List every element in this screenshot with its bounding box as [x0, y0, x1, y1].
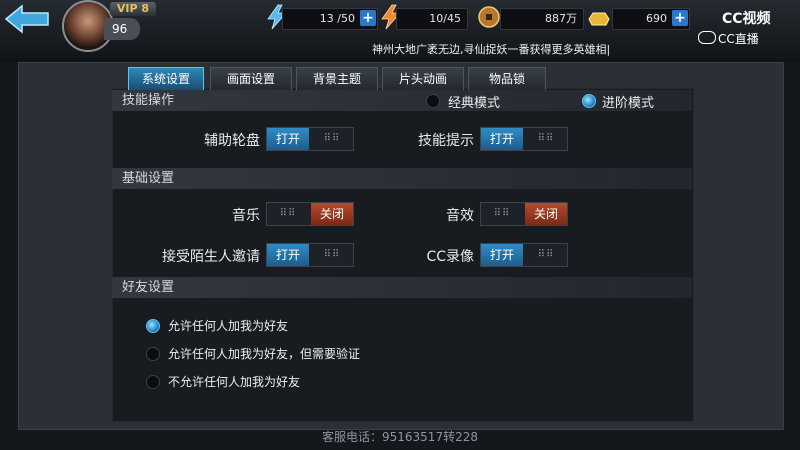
skill-hint-toggle[interactable]: 打开 ⠿⠿ [480, 127, 568, 151]
friends-section-title: 好友设置 [112, 277, 692, 298]
stranger-invite-label: 接受陌生人邀请 [162, 249, 260, 265]
toggle-grip-icon: ⠿⠿ [323, 249, 341, 260]
tab-background-theme[interactable]: 背景主题 [296, 67, 378, 91]
skill-hint-label: 技能提示 [418, 133, 474, 149]
friend-option-label-2: 不允许任何人加我为好友 [168, 375, 301, 389]
toggle-on-state: 打开 [267, 244, 309, 266]
add-gold-button[interactable]: + [672, 10, 688, 26]
copper-coin-icon [478, 6, 500, 28]
toggle-on-state: 打开 [267, 128, 309, 150]
cc-live-text: CC直播 [718, 32, 759, 46]
friend-option-label-1: 允许任何人加我为好友，但需要验证 [168, 347, 361, 361]
gold-value: 690 [646, 12, 667, 25]
advanced-mode-radio[interactable] [582, 94, 596, 108]
tab-system-settings[interactable]: 系统设置 [128, 67, 204, 91]
basic-section-title: 基础设置 [112, 168, 692, 189]
stamina-counter: 13 /50 + [282, 8, 378, 30]
sound-effects-label: 音效 [446, 208, 474, 224]
scrolling-notice: 神州大地广袤无边,寻仙捉妖一番获得更多英雄相| [372, 43, 611, 56]
cc-video-watermark: CC视频 [722, 11, 771, 27]
toggle-on-state: 打开 [481, 244, 523, 266]
vip-badge: VIP 8 [110, 2, 156, 16]
tab-graphics-settings[interactable]: 画面设置 [210, 67, 292, 91]
friend-option-radio-0[interactable] [146, 319, 160, 333]
advanced-mode-label: 进阶模式 [602, 96, 655, 111]
assist-wheel-label: 辅助轮盘 [204, 133, 260, 149]
tab-intro-animation[interactable]: 片头动画 [382, 67, 464, 91]
toggle-on-state: 打开 [481, 128, 523, 150]
toggle-grip-icon: ⠿⠿ [537, 133, 555, 144]
add-stamina-button[interactable]: + [360, 10, 376, 26]
cloud-icon [698, 31, 716, 44]
friend-option-radio-1[interactable] [146, 347, 160, 361]
friend-option-label-0: 允许任何人加我为好友 [168, 319, 289, 333]
gold-ingot-icon [588, 12, 610, 26]
friend-option-radio-2[interactable] [146, 375, 160, 389]
toggle-grip-icon: ⠿⠿ [537, 249, 555, 260]
stamina-value: 13 /50 [319, 12, 355, 25]
toggle-off-state: 关闭 [525, 203, 567, 225]
toggle-off-state: 关闭 [311, 203, 353, 225]
coin-value: 887万 [545, 12, 577, 25]
cc-record-toggle[interactable]: 打开 ⠿⠿ [480, 243, 568, 267]
gold-counter: 690 + [612, 8, 690, 30]
music-label: 音乐 [232, 208, 260, 224]
sound-effects-toggle[interactable]: ⠿⠿ 关闭 [480, 202, 568, 226]
coin-counter: 887万 [500, 8, 584, 30]
cc-record-label: CC录像 [426, 249, 474, 265]
classic-mode-label: 经典模式 [448, 96, 501, 111]
customer-service-phone: 客服电话：95163517转228 [322, 430, 478, 444]
player-level: 96 [104, 18, 140, 40]
toggle-grip-icon: ⠿⠿ [493, 208, 511, 219]
energy-value: 10/45 [429, 12, 461, 25]
energy-counter: 10/45 [396, 8, 468, 30]
cc-live-watermark: CC直播 [698, 30, 759, 47]
music-toggle[interactable]: ⠿⠿ 关闭 [266, 202, 354, 226]
toggle-grip-icon: ⠿⠿ [323, 133, 341, 144]
stranger-invite-toggle[interactable]: 打开 ⠿⠿ [266, 243, 354, 267]
classic-mode-radio[interactable] [426, 94, 440, 108]
back-arrow-icon[interactable] [4, 4, 50, 34]
tab-item-lock[interactable]: 物品锁 [468, 67, 546, 91]
toggle-grip-icon: ⠿⠿ [279, 208, 297, 219]
assist-wheel-toggle[interactable]: 打开 ⠿⠿ [266, 127, 354, 151]
